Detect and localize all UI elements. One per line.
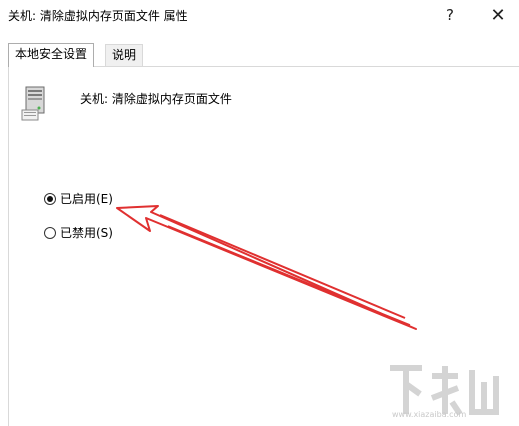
- enabled-option[interactable]: 已启用(E): [44, 190, 113, 207]
- enabled-radio[interactable]: [44, 192, 56, 205]
- disabled-label: 已禁用(S): [60, 226, 113, 240]
- disabled-option[interactable]: 已禁用(S): [44, 224, 113, 241]
- help-button[interactable]: ?: [430, 0, 470, 30]
- enabled-label: 已启用(E): [60, 192, 113, 206]
- window-title: 关机: 清除虚拟内存页面文件 属性: [8, 9, 188, 23]
- watermark-text: www.xiazaiba.com: [392, 410, 467, 419]
- policy-name: 关机: 清除虚拟内存页面文件: [80, 92, 232, 106]
- close-button[interactable]: ✕: [478, 0, 518, 30]
- tab-local-security-setting[interactable]: 本地安全设置: [8, 43, 95, 67]
- help-icon: ?: [446, 6, 454, 24]
- close-icon: ✕: [490, 4, 506, 26]
- disabled-radio[interactable]: [44, 226, 56, 239]
- tab-explain[interactable]: 说明: [105, 44, 144, 66]
- title-bar: 关机: 清除虚拟内存页面文件 属性 ? ✕: [0, 0, 519, 32]
- server-computer-icon: [21, 86, 45, 121]
- properties-dialog: 关机: 清除虚拟内存页面文件 属性 ? ✕ 本地安全设置 说明 关机: 清除虚拟…: [0, 0, 519, 426]
